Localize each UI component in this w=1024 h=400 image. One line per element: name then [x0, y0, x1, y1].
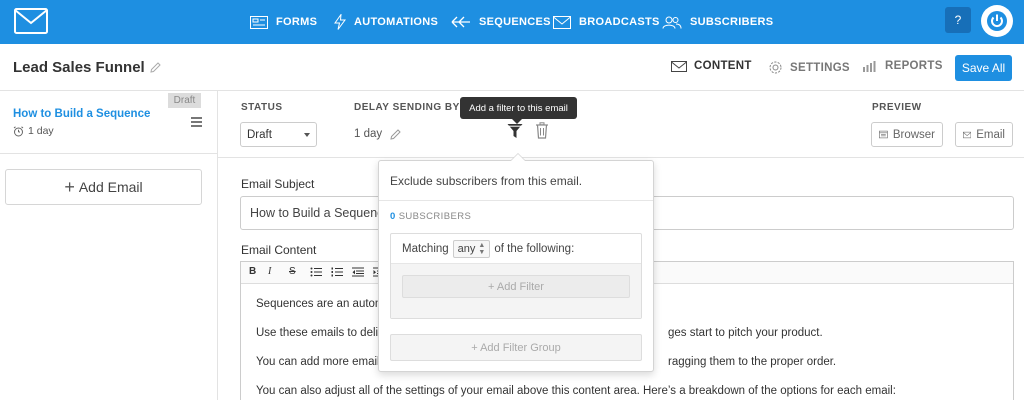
help-button[interactable]: ?: [945, 7, 971, 33]
delay-value[interactable]: 1 day: [354, 128, 401, 140]
tab-content-label: CONTENT: [694, 60, 752, 72]
bar-chart-icon: [863, 60, 876, 72]
bold-button[interactable]: B: [249, 266, 256, 277]
page-title: Lead Sales Funnel: [13, 59, 161, 76]
logo-envelope-icon[interactable]: [14, 8, 48, 34]
sidebar-email-item[interactable]: Draft How to Build a Sequence 1 day: [0, 91, 217, 154]
envelope-icon: [671, 60, 687, 72]
email-subject-label: Email Subject: [241, 177, 315, 191]
add-filter-area: + Add Filter: [391, 264, 641, 318]
up-down-arrows-icon: ▲ ▼: [478, 241, 486, 256]
italic-button[interactable]: I: [268, 266, 271, 277]
sidebar-email-title[interactable]: How to Build a Sequence: [13, 108, 150, 120]
nav-subscribers-label: SUBSCRIBERS: [690, 16, 774, 28]
filter-group: Matching any ▲ ▼ of the following: + Add …: [390, 233, 642, 319]
trash-icon[interactable]: [535, 122, 549, 139]
strikethrough-button[interactable]: S: [289, 266, 296, 277]
matching-select-value: any: [457, 242, 476, 255]
browser-icon: [879, 130, 888, 139]
top-nav: FORMS AUTOMATIONS SEQUENCES BROADCASTS S…: [0, 0, 1024, 44]
save-all-button[interactable]: Save All: [955, 55, 1012, 81]
matching-select[interactable]: any ▲ ▼: [452, 239, 491, 258]
tab-settings-label: SETTINGS: [790, 61, 850, 74]
editor-paragraph-tail: ragging them to the proper order.: [668, 356, 837, 368]
status-select[interactable]: Draft: [240, 122, 317, 147]
email-content-label: Email Content: [241, 243, 317, 257]
drag-handle-icon[interactable]: [191, 117, 202, 129]
nav-forms-label: FORMS: [276, 16, 318, 28]
subscriber-count-label: SUBSCRIBERS: [398, 211, 472, 222]
tab-reports[interactable]: REPORTS: [862, 60, 943, 72]
tab-reports-label: REPORTS: [885, 60, 943, 72]
nav-automations-label: AUTOMATIONS: [354, 16, 439, 28]
sequences-icon: [451, 16, 470, 28]
delay-value-text: 1 day: [354, 128, 383, 140]
sidebar: Draft How to Build a Sequence 1 day + Ad…: [0, 91, 218, 400]
nav-subscribers[interactable]: SUBSCRIBERS: [662, 0, 773, 44]
matching-row: Matching any ▲ ▼ of the following:: [391, 234, 641, 264]
plus-icon: +: [64, 176, 75, 197]
filter-tooltip: Add a filter to this email: [460, 97, 577, 124]
popover-title: Exclude subscribers from this email.: [379, 161, 653, 201]
add-email-button[interactable]: + Add Email: [5, 169, 202, 205]
editor-paragraph: You can also adjust all of the settings …: [256, 385, 896, 397]
nav-forms[interactable]: FORMS: [250, 0, 317, 44]
nav-sequences[interactable]: SEQUENCES: [451, 0, 551, 44]
add-email-label: Add Email: [78, 179, 143, 195]
subscriber-count: 0 SUBSCRIBERS: [390, 211, 471, 222]
funnel-title-text: Lead Sales Funnel: [13, 59, 145, 76]
exclude-filter-popover: Exclude subscribers from this email. 0 SU…: [378, 153, 654, 372]
chevron-down-icon: [304, 133, 310, 137]
forms-icon: [250, 15, 268, 29]
alarm-clock-icon: [13, 125, 24, 136]
editor-paragraph: Use these emails to delive: [256, 327, 391, 339]
preview-browser-button[interactable]: Browser: [871, 122, 943, 147]
editor-paragraph-tail: ges start to pitch your product.: [668, 327, 823, 339]
add-filter-group-button[interactable]: + Add Filter Group: [390, 334, 642, 361]
filter-funnel-icon[interactable]: [507, 123, 523, 139]
outdent-icon[interactable]: [352, 267, 364, 277]
nav-sequences-label: SEQUENCES: [479, 16, 551, 28]
nav-automations[interactable]: AUTOMATIONS: [334, 0, 438, 44]
pencil-icon[interactable]: [390, 128, 401, 140]
users-icon: [662, 16, 682, 29]
bullet-list-icon[interactable]: [310, 267, 322, 277]
status-select-value: Draft: [247, 128, 272, 141]
matching-suffix: of the following:: [494, 242, 575, 255]
status-badge: Draft: [168, 93, 201, 108]
pencil-icon[interactable]: [150, 62, 161, 73]
gear-icon: [769, 61, 782, 74]
preview-browser-label: Browser: [892, 128, 935, 141]
tab-content[interactable]: CONTENT: [671, 60, 752, 72]
nav-broadcasts[interactable]: BROADCASTS: [553, 0, 660, 44]
subscriber-count-number: 0: [390, 211, 396, 222]
sidebar-email-delay: 1 day: [13, 125, 54, 137]
sidebar-email-delay-text: 1 day: [28, 125, 54, 137]
preview-email-label: Email: [976, 128, 1005, 141]
delay-label: DELAY SENDING BY: [354, 102, 460, 113]
preview-label: PREVIEW: [872, 102, 922, 113]
numbered-list-icon[interactable]: [331, 267, 343, 277]
power-icon: [987, 11, 1007, 31]
envelope-icon: [963, 131, 972, 138]
tab-settings[interactable]: SETTINGS: [768, 60, 850, 75]
power-button[interactable]: [981, 5, 1013, 37]
status-label: STATUS: [241, 102, 283, 113]
nav-broadcasts-label: BROADCASTS: [579, 16, 660, 28]
matching-prefix: Matching: [402, 242, 449, 255]
preview-email-button[interactable]: Email: [955, 122, 1013, 147]
editor-paragraph: You can add more emails: [256, 356, 386, 368]
lightning-icon: [334, 14, 346, 30]
email-settings-row: STATUS Draft DELAY SENDING BY 1 day Add …: [218, 91, 1024, 158]
sub-header: Lead Sales Funnel CONTENT SETTINGS REPOR…: [0, 44, 1024, 91]
envelope-icon: [553, 15, 571, 29]
editor-paragraph: Sequences are an automa: [256, 298, 391, 310]
add-filter-button[interactable]: + Add Filter: [402, 275, 630, 298]
